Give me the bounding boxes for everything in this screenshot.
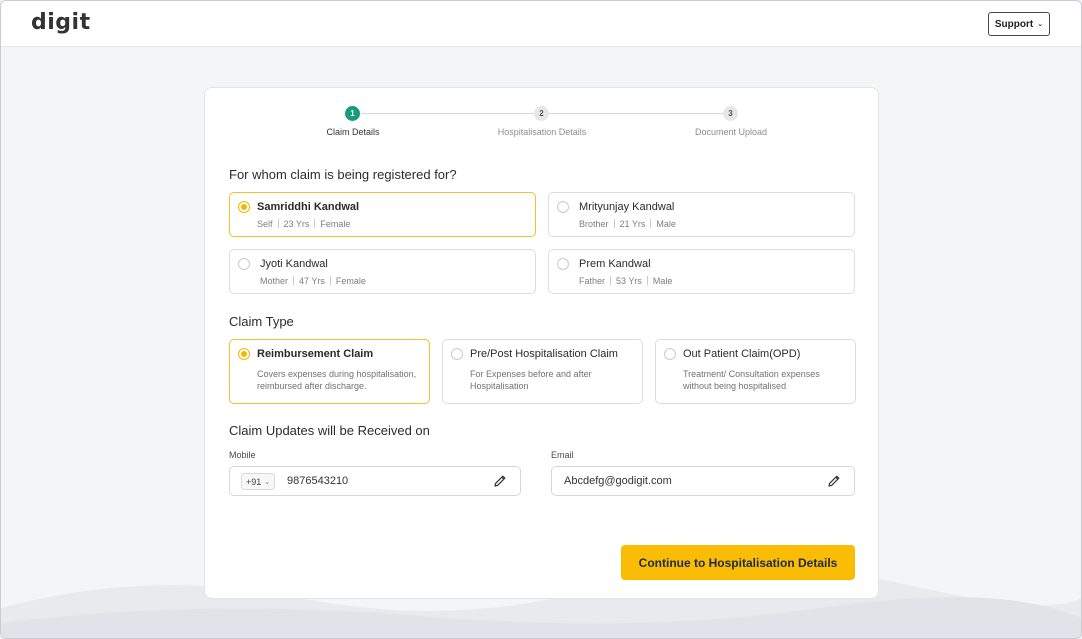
claim-type-description: Covers expenses during hospitalisation, … xyxy=(257,369,417,391)
step-2-label: Hospitalisation Details xyxy=(497,127,587,137)
member-option-samriddhi[interactable]: Samriddhi Kandwal Self 23 Yrs Female xyxy=(229,192,536,237)
member-relation: Brother xyxy=(579,219,609,229)
email-label: Email xyxy=(551,450,574,460)
email-value[interactable]: Abcdefg@godigit.com xyxy=(564,475,672,487)
member-age: 23 Yrs xyxy=(283,219,310,229)
member-gender: Female xyxy=(335,276,366,286)
country-code-selector[interactable]: +91 ⌄ xyxy=(241,473,276,490)
member-details: Brother 21 Yrs Male xyxy=(579,219,676,229)
app-window: digit Support ⌄ 1 Claim Details 2 Hospit… xyxy=(0,0,1082,639)
radio-unselected-icon[interactable] xyxy=(451,348,463,360)
member-age: 21 Yrs xyxy=(619,219,646,229)
member-gender: Male xyxy=(656,219,676,229)
member-details: Self 23 Yrs Female xyxy=(257,219,350,229)
member-name: Prem Kandwal xyxy=(579,258,651,270)
step-1-label: Claim Details xyxy=(326,127,380,137)
radio-unselected-icon[interactable] xyxy=(664,348,676,360)
claim-form-card: 1 Claim Details 2 Hospitalisation Detail… xyxy=(204,87,879,599)
radio-unselected-icon[interactable] xyxy=(557,258,569,270)
step-1-indicator: 1 xyxy=(345,106,360,121)
radio-unselected-icon[interactable] xyxy=(557,201,569,213)
claim-type-name: Reimbursement Claim xyxy=(257,348,374,360)
step-2-indicator: 2 xyxy=(534,106,549,121)
member-relation: Self xyxy=(257,219,273,229)
member-option-jyoti[interactable]: Jyoti Kandwal Mother 47 Yrs Female xyxy=(229,249,536,294)
claim-type-description: For Expenses before and after Hospitalis… xyxy=(470,369,592,391)
member-details: Mother 47 Yrs Female xyxy=(260,276,366,286)
member-option-mrityunjay[interactable]: Mrityunjay Kandwal Brother 21 Yrs Male xyxy=(548,192,855,237)
member-gender: Female xyxy=(320,219,351,229)
claim-type-opd[interactable]: Out Patient Claim(OPD) Treatment/ Consul… xyxy=(655,339,856,404)
claim-type-name: Pre/Post Hospitalisation Claim xyxy=(470,348,618,360)
top-navigation-bar: digit Support ⌄ xyxy=(1,1,1081,47)
member-section-title: For whom claim is being registered for? xyxy=(229,167,457,182)
digit-logo[interactable]: digit xyxy=(31,10,91,35)
email-field[interactable]: Abcdefg@godigit.com xyxy=(551,466,855,496)
member-age: 47 Yrs xyxy=(299,276,325,286)
claim-type-description: Treatment/ Consultation expenses without… xyxy=(683,369,820,391)
step-3-label: Document Upload xyxy=(694,127,768,137)
support-label: Support xyxy=(994,18,1034,30)
claim-updates-title: Claim Updates will be Received on xyxy=(229,423,430,438)
step-3-indicator: 3 xyxy=(723,106,738,121)
support-dropdown-button[interactable]: Support ⌄ xyxy=(988,12,1050,36)
chevron-down-icon: ⌄ xyxy=(1037,21,1044,28)
member-name: Mrityunjay Kandwal xyxy=(579,201,675,213)
claim-type-reimbursement[interactable]: Reimbursement Claim Covers expenses duri… xyxy=(229,339,430,404)
member-relation: Mother xyxy=(260,276,289,286)
stepper-connector xyxy=(549,113,723,114)
continue-button[interactable]: Continue to Hospitalisation Details xyxy=(621,545,855,580)
country-code-value: +91 xyxy=(246,476,262,487)
mobile-value[interactable]: 9876543210 xyxy=(287,475,348,487)
member-relation: Father xyxy=(579,276,606,286)
radio-selected-icon[interactable] xyxy=(238,201,250,213)
claim-type-name: Out Patient Claim(OPD) xyxy=(683,348,801,360)
claim-type-pre-post[interactable]: Pre/Post Hospitalisation Claim For Expen… xyxy=(442,339,643,404)
progress-stepper: 1 Claim Details 2 Hospitalisation Detail… xyxy=(205,106,878,146)
chevron-down-icon: ⌄ xyxy=(264,478,271,486)
radio-selected-icon[interactable] xyxy=(238,348,250,360)
member-gender: Male xyxy=(652,276,673,286)
mobile-field[interactable]: +91 ⌄ 9876543210 xyxy=(229,466,521,496)
member-age: 53 Yrs xyxy=(616,276,642,286)
edit-pencil-icon[interactable] xyxy=(492,473,508,489)
mobile-label: Mobile xyxy=(229,450,256,460)
member-details: Father 53 Yrs Male xyxy=(579,276,672,286)
member-name: Samriddhi Kandwal xyxy=(257,201,360,213)
edit-pencil-icon[interactable] xyxy=(826,473,842,489)
claim-type-title: Claim Type xyxy=(229,314,294,329)
member-option-prem[interactable]: Prem Kandwal Father 53 Yrs Male xyxy=(548,249,855,294)
radio-unselected-icon[interactable] xyxy=(238,258,250,270)
stepper-connector xyxy=(361,113,534,114)
member-name: Jyoti Kandwal xyxy=(260,258,328,270)
